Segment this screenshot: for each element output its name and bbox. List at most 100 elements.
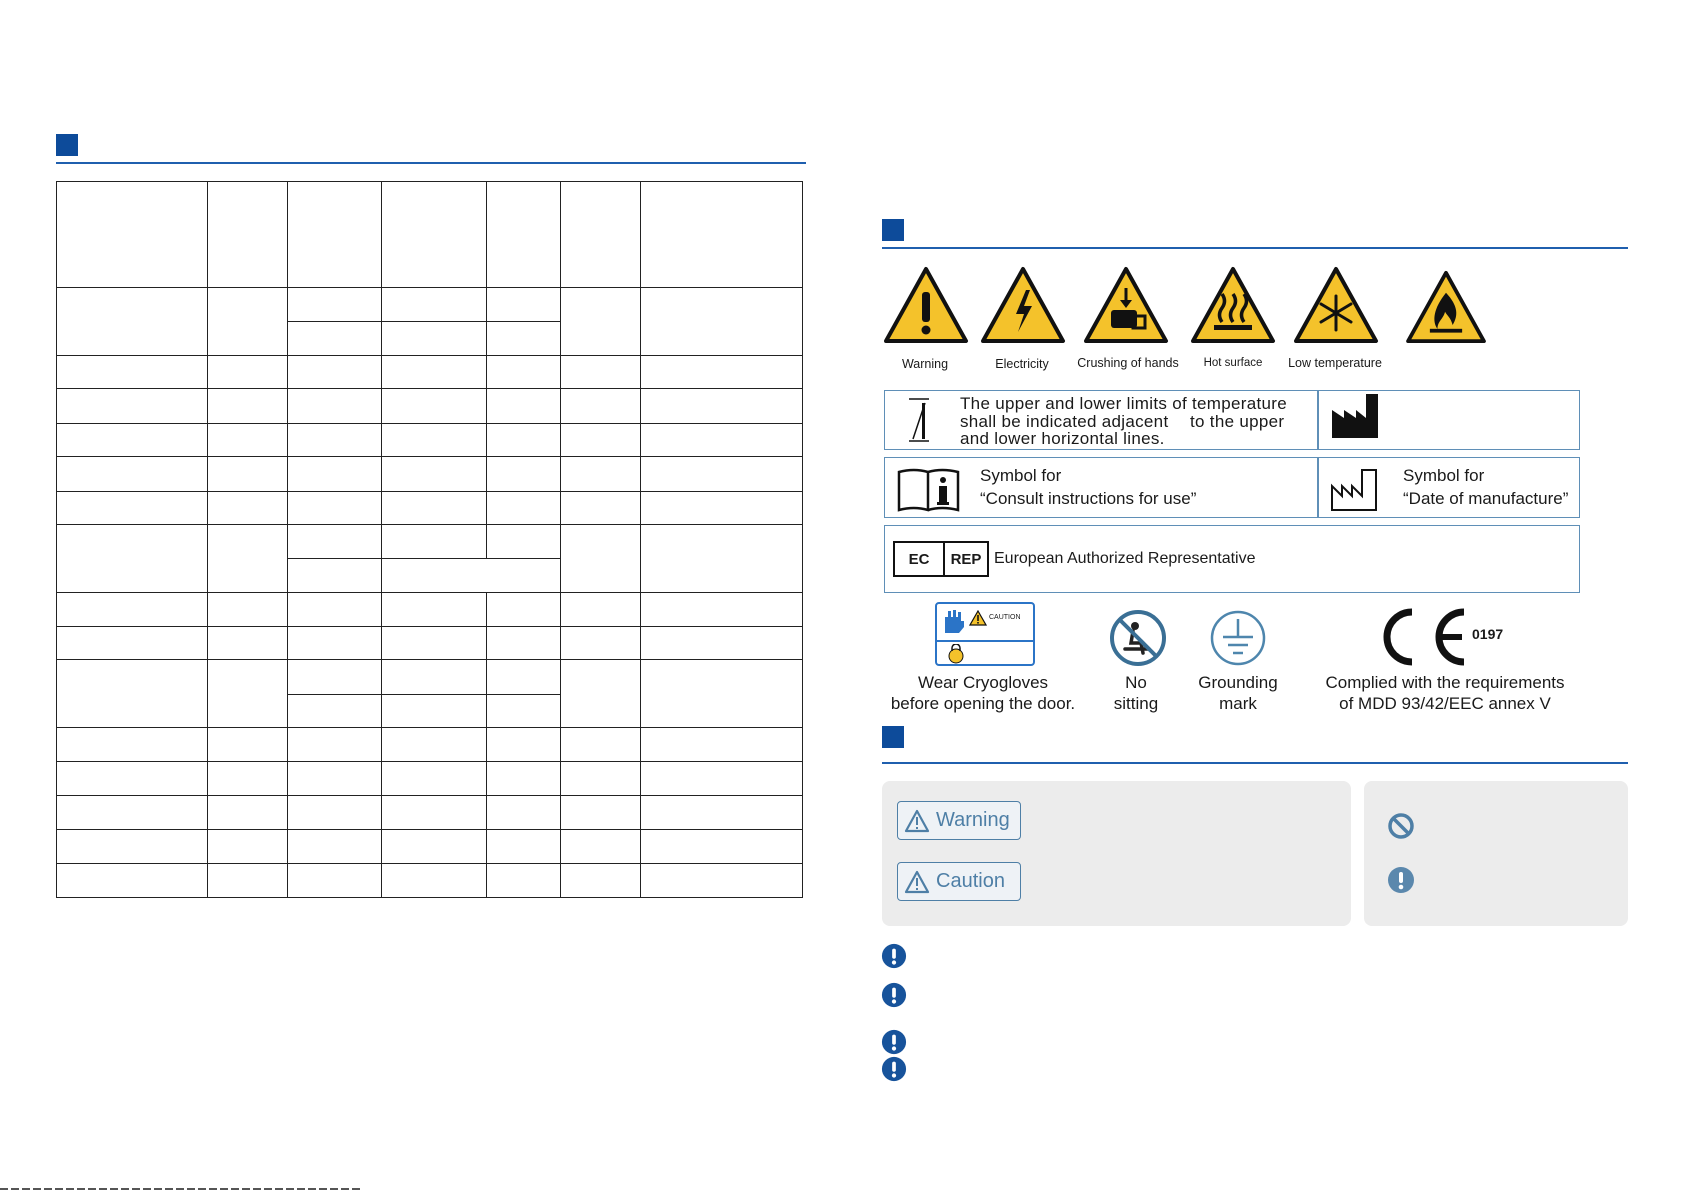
table-cell xyxy=(56,388,208,424)
table-row xyxy=(56,355,803,390)
table-cell xyxy=(381,794,487,831)
low-temperature-hazard-icon xyxy=(1294,267,1378,343)
section-rule-notice xyxy=(882,762,1628,764)
ce-mark-icon xyxy=(1383,608,1465,666)
footer-strip xyxy=(0,1188,360,1190)
box-divider xyxy=(1317,390,1319,450)
manufacturer-icon xyxy=(1332,394,1378,438)
table-cell xyxy=(287,625,382,661)
no-sitting-caption: No sitting xyxy=(1086,672,1186,714)
table-cell xyxy=(207,180,288,289)
table-cell xyxy=(56,591,208,627)
grounding-icon xyxy=(1210,610,1266,666)
date-line-1: Symbol for xyxy=(1403,466,1485,485)
table-cell xyxy=(486,456,561,492)
table-row xyxy=(56,659,803,729)
table-cell xyxy=(486,355,561,390)
section-rule-symbols xyxy=(882,247,1628,249)
no-sitting-line-1: No xyxy=(1125,673,1147,692)
table-cell xyxy=(56,180,208,289)
prohibition-icon xyxy=(1388,813,1414,839)
table-cell xyxy=(486,794,561,831)
table-cell xyxy=(381,625,487,661)
table-cell xyxy=(560,794,641,831)
table-cell xyxy=(381,355,487,390)
table-cell xyxy=(560,761,641,796)
table-cell xyxy=(560,829,641,864)
date-of-manufacture-icon xyxy=(1331,469,1377,511)
table-cell xyxy=(381,320,487,357)
table-cell xyxy=(381,761,487,796)
table-cell xyxy=(381,727,487,763)
table-cell xyxy=(640,523,803,593)
table-cell xyxy=(560,422,641,458)
table-cell xyxy=(56,625,208,661)
temp-line-2b: to the upper xyxy=(1190,412,1285,431)
table-cell xyxy=(207,727,288,763)
table-cell xyxy=(560,490,641,525)
table-cell xyxy=(207,456,288,492)
table-cell xyxy=(56,523,208,593)
table-cell xyxy=(381,558,561,593)
table-row xyxy=(56,862,803,899)
table-row xyxy=(56,456,803,492)
ec-label: EC xyxy=(895,543,945,575)
notice-panel-right xyxy=(1364,781,1628,926)
table-cell xyxy=(56,761,208,796)
caution-triangle-outline-icon xyxy=(904,870,930,893)
table-cell xyxy=(56,422,208,458)
table-cell xyxy=(640,659,803,729)
table-cell xyxy=(640,456,803,492)
table-cell xyxy=(381,523,487,560)
table-cell xyxy=(287,490,382,525)
table-cell xyxy=(381,456,487,492)
hazard-label-electricity: Electricity xyxy=(995,357,1049,371)
caution-text: CAUTION xyxy=(989,614,1021,621)
grounding-caption: Grounding mark xyxy=(1178,672,1298,714)
table-cell xyxy=(207,659,288,729)
table-cell xyxy=(287,287,382,322)
table-cell xyxy=(287,456,382,492)
table-cell xyxy=(207,355,288,390)
table-cell xyxy=(381,388,487,424)
table-row xyxy=(56,625,803,661)
grounding-line-2: mark xyxy=(1219,694,1257,713)
table-cell xyxy=(287,523,382,560)
table-cell xyxy=(381,693,487,729)
table-cell xyxy=(56,490,208,525)
table-cell xyxy=(640,355,803,390)
table-row xyxy=(56,523,803,593)
table-row xyxy=(56,422,803,458)
table-cell xyxy=(640,829,803,864)
table-cell xyxy=(560,523,641,593)
table-cell xyxy=(486,659,561,695)
cryogloves-sign: CAUTION xyxy=(935,602,1035,666)
table-cell xyxy=(287,422,382,458)
table-cell xyxy=(287,180,382,289)
date-line-2: “Date of manufacture” xyxy=(1403,489,1569,508)
grounding-line-1: Grounding xyxy=(1198,673,1278,692)
table-cell xyxy=(640,862,803,899)
table-cell xyxy=(207,829,288,864)
section-rule-left xyxy=(56,162,806,164)
table-cell xyxy=(287,794,382,831)
table-cell xyxy=(486,320,561,357)
section-marker-left xyxy=(56,134,78,156)
table-cell xyxy=(56,862,208,899)
table-cell xyxy=(207,523,288,593)
table-cell xyxy=(381,591,487,627)
table-cell xyxy=(486,761,561,796)
table-cell xyxy=(560,591,641,627)
table-cell xyxy=(56,287,208,357)
consult-instructions-icon xyxy=(897,468,960,512)
section-marker-notice xyxy=(882,726,904,748)
note-bullet-icon xyxy=(881,1056,907,1082)
table-row xyxy=(56,490,803,525)
table-cell xyxy=(207,794,288,831)
table-cell xyxy=(56,355,208,390)
lock-icon xyxy=(948,644,964,664)
box-divider xyxy=(1317,457,1319,518)
table-cell xyxy=(287,829,382,864)
table-cell xyxy=(640,761,803,796)
table-row xyxy=(56,388,803,424)
